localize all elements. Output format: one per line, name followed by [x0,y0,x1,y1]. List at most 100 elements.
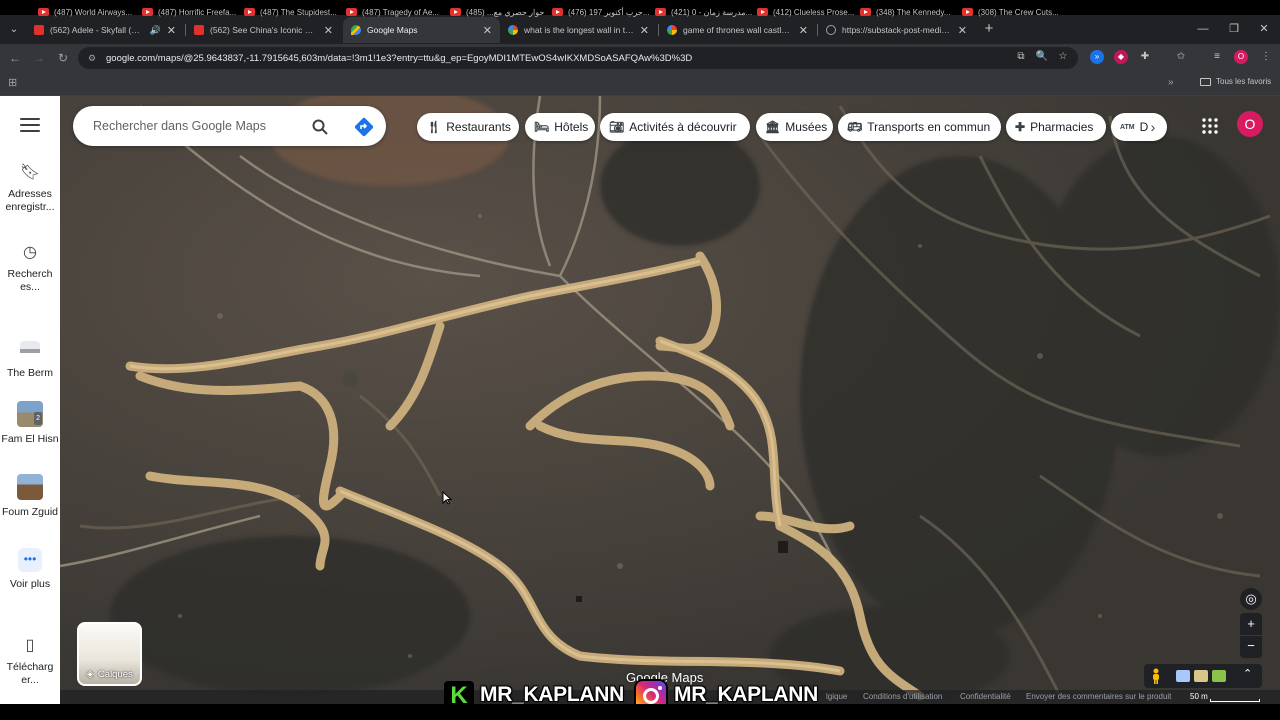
bookmark-item[interactable]: (308) The Crew Cuts... [962,5,1059,19]
close-icon[interactable]: ✕ [483,24,492,37]
expand-up-icon[interactable]: ⌃ [1243,667,1252,680]
bookmark-item[interactable]: (476) حرب أكتوبر 197... [552,5,650,19]
camera-icon: 📷︎ [609,120,625,134]
kebab-menu-icon[interactable]: ⋮ [1258,49,1274,65]
tab-search-icon[interactable]: ⌄ [6,22,22,38]
chip-transit[interactable]: 🚌︎ Transports en commun [838,113,1001,141]
rail-place-the-berm[interactable]: The Berm [0,341,60,380]
pegman-icon[interactable] [1150,668,1162,684]
chevron-right-icon[interactable]: › [1141,116,1165,138]
close-icon[interactable]: ✕ [324,24,333,37]
mouse-cursor-icon [442,490,453,505]
media-controls-icon[interactable]: ≡ [1209,49,1225,65]
bookmark-item[interactable]: (348) The Kennedy... [860,5,950,19]
chip-label: Musées [785,120,828,134]
satellite-map-canvas[interactable] [60,96,1280,704]
install-app-icon[interactable]: ⧉ [1013,49,1029,65]
back-arrow-icon[interactable]: ← [6,49,24,67]
extensions-puzzle-icon[interactable]: ✚ [1137,49,1153,65]
scale-label[interactable]: 50 m [1190,692,1208,701]
youtube-icon [450,8,461,16]
rail-place-fam-el-hisn[interactable]: 2 Fam El Hisn [0,401,60,446]
bookmark-item[interactable]: (412) Clueless Prose... [757,5,854,19]
tab-label: https://substack-post-media.s3 [842,25,952,35]
speaker-icon[interactable]: 🔊 [150,25,161,36]
extension-wave-icon[interactable]: » [1090,50,1104,64]
chip-label: Restaurants [446,120,511,134]
pharmacy-icon: ✚ [1015,120,1026,134]
globe-view-icon[interactable] [1176,670,1190,682]
map-preview-icon[interactable] [1194,670,1208,682]
bookmarks-overflow-icon[interactable]: » [1168,77,1174,88]
layers-label: Calques [97,669,133,680]
rail-more[interactable]: ••• Voir plus [0,548,60,591]
footer-terms-link[interactable]: Conditions d'utilisation [863,692,942,701]
map-footer: lgique Conditions d'utilisation Confiden… [60,690,1280,704]
window-close-icon[interactable]: ✕ [1254,20,1274,38]
place-label: The Berm [6,367,54,379]
close-icon[interactable]: ✕ [167,24,176,37]
my-location-icon[interactable]: ◎ [1240,588,1262,610]
layers-button[interactable]: ◈ Calques [77,622,142,686]
hamburger-menu-icon[interactable] [20,118,40,134]
chip-museums[interactable]: 🏛︎ Musées [756,113,833,141]
chip-pharmacies[interactable]: ✚ Pharmacies [1006,113,1106,141]
terrain-preview-icon[interactable] [1212,670,1226,682]
chip-activities[interactable]: 📷︎ Activités à découvrir [600,113,750,141]
bookmark-item[interactable]: (487) Horrific Freefa... [142,5,236,19]
apps-grid-icon[interactable]: ⊞ [8,77,20,89]
close-icon[interactable]: ✕ [640,24,649,37]
rail-download-app[interactable]: ▯ Télécharg er... [0,637,60,687]
bookmark-star-icon[interactable]: ☆ [1055,49,1071,65]
zoom-icon[interactable]: 🔍 [1034,49,1050,65]
footer-privacy-link[interactable]: Confidentialité [960,692,1011,701]
bookmark-item[interactable]: (487) Tragedy of Ae... [346,5,439,19]
tab-label: Google Maps [367,25,418,35]
tab-google-maps[interactable]: Google Maps ✕ [343,17,500,43]
zoom-out-button[interactable]: − [1240,636,1262,658]
tab-adele[interactable]: (562) Adele - Skyfall (Official 🔊 ✕ [26,17,184,43]
search-input[interactable] [93,116,303,136]
minimize-icon[interactable]: — [1193,20,1213,38]
extension-shield-icon[interactable]: ◆ [1114,50,1128,64]
place-thumbnail [17,474,43,500]
site-info-icon[interactable]: ⚙ [86,52,98,64]
rail-recents[interactable]: ◷ Recherch es... [0,244,60,294]
tab-game-of-thrones[interactable]: game of thrones wall castles m ✕ [659,17,816,43]
chip-label: Pharmacies [1030,120,1094,134]
bookmark-item[interactable]: (487) The Stupidest... [244,5,337,19]
layers-icon: ◈ [86,669,94,680]
youtube-icon [552,8,563,16]
bookmark-item[interactable]: (421) مدرسة زمان - 0... [655,5,752,19]
bookmark-item[interactable]: (487) World Airways... [38,5,132,19]
profile-avatar[interactable]: O [1234,50,1248,64]
reload-icon[interactable]: ↻ [54,49,72,67]
footer-feedback-link[interactable]: Envoyer des commentaires sur le produit [1026,692,1171,701]
rail-place-foum-zguid[interactable]: Foum Zguid [0,474,60,519]
bookmark-label: (487) World Airways... [54,7,133,17]
close-icon[interactable]: ✕ [958,24,967,37]
rail-saved-places[interactable]: 🔖︎ Adresses enregistr... [0,164,60,214]
google-apps-icon[interactable] [1201,117,1219,135]
close-icon[interactable]: ✕ [799,24,808,37]
bed-icon: 🛏︎ [534,120,550,134]
phone-icon: ▯ [25,637,35,654]
bookmark-item[interactable]: حوار حصري مع... (485) [450,5,544,19]
all-bookmarks-button[interactable]: Tous les favoris [1200,77,1271,86]
restore-icon[interactable]: ❐ [1224,20,1244,38]
address-bar[interactable]: ⚙ google.com/maps/@25.9643837,-11.791564… [78,47,1078,69]
url-text: google.com/maps/@25.9643837,-11.7915645,… [106,52,693,64]
tab-great-wall[interactable]: (562) See China's Iconic Great W ✕ [186,17,341,43]
chip-restaurants[interactable]: 🍴︎ Restaurants [417,113,519,141]
account-avatar[interactable]: O [1237,111,1263,137]
tab-longest-wall[interactable]: what is the longest wall in the w ✕ [500,17,657,43]
forward-arrow-icon[interactable]: → [30,49,48,67]
favorites-icon[interactable]: ✩ [1173,49,1189,65]
new-tab-plus-icon[interactable]: + [980,20,998,38]
zoom-in-button[interactable]: + [1240,613,1262,635]
directions-icon[interactable] [354,117,374,137]
search-icon[interactable] [311,118,329,136]
footer-country[interactable]: lgique [826,692,847,701]
chip-hotels[interactable]: 🛏︎ Hôtels [525,113,595,141]
tab-substack[interactable]: https://substack-post-media.s3 ✕ [818,17,975,43]
